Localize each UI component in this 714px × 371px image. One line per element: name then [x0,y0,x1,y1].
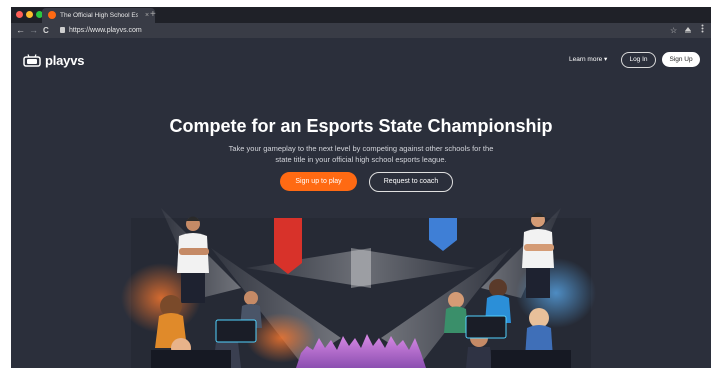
tab-bar: The Official High School Espor × + [11,7,711,23]
hero-subtitle: Take your gameplay to the next level by … [228,144,494,164]
close-window-button[interactable] [16,11,23,18]
playvs-favicon-icon [48,11,56,19]
reload-button[interactable]: C [43,24,49,37]
browser-menu-icon[interactable] [701,24,704,37]
extension-icon[interactable] [684,24,692,37]
tab-title: The Official High School Espor [60,12,138,19]
learn-more-dropdown[interactable]: Learn more ▾ [569,55,607,65]
logo-text: playvs [45,52,85,68]
log-in-button[interactable]: Log In [621,52,656,68]
url-field[interactable]: https://www.playvs.com [69,24,142,37]
bookmark-star-icon[interactable]: ☆ [670,24,677,37]
address-bar-row: ← → C https://www.playvs.com ☆ [11,23,711,38]
playvs-logo[interactable]: playvs [23,52,84,68]
sign-up-button[interactable]: Sign Up [662,52,700,67]
back-button[interactable]: ← [16,24,25,37]
hero-title: Compete for an Esports State Championshi… [169,116,553,136]
minimize-window-button[interactable] [26,11,33,18]
browser-tab[interactable]: The Official High School Espor × [42,8,155,23]
playvs-page: playvs Learn more ▾ Log In Sign Up Compe… [11,38,711,368]
new-tab-button[interactable]: + [150,8,156,22]
forward-button[interactable]: → [29,24,38,37]
browser-window: The Official High School Espor × + ← → C… [11,7,711,368]
esports-arena-illustration [121,208,596,368]
playvs-logo-icon [23,53,41,67]
tab-close-icon[interactable]: × [145,10,149,21]
red-team-banner [274,218,302,274]
lock-icon [60,27,65,33]
